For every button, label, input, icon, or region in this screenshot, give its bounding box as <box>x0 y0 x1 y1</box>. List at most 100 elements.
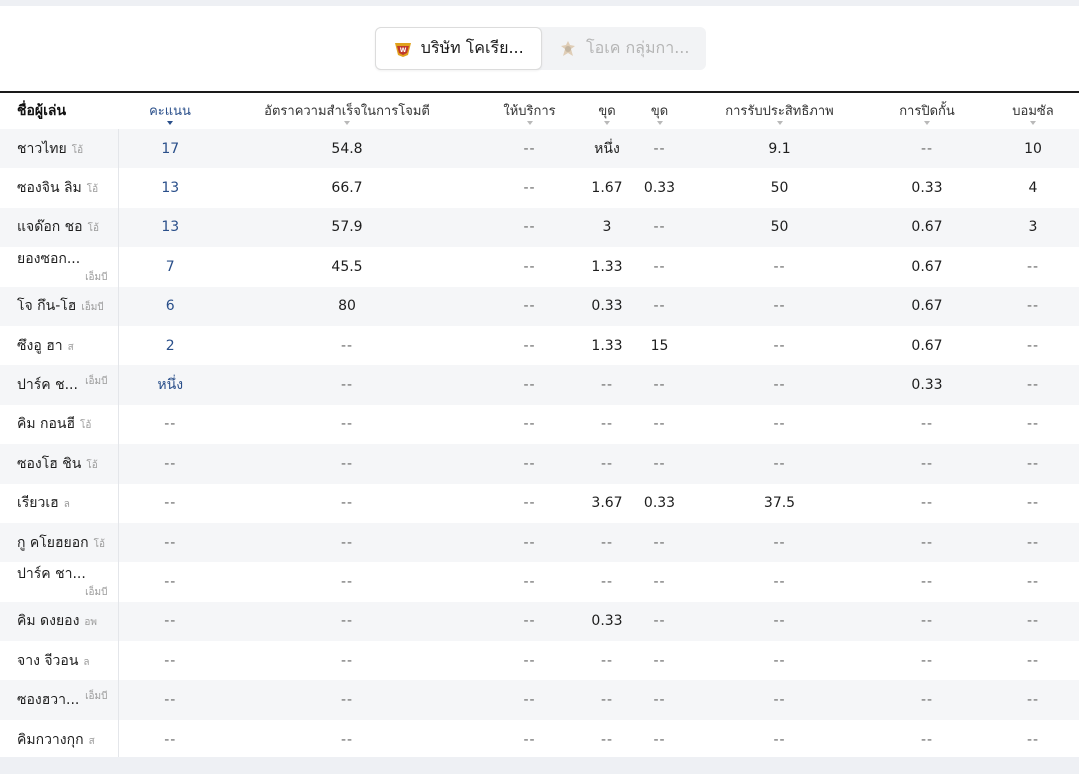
stat-cell: -- <box>472 484 587 523</box>
stat-cell: -- <box>987 444 1079 483</box>
stat-cell: -- <box>627 720 692 759</box>
table-row[interactable]: แจด๊อก ชอ โอ้ 13 57.9 -- 3 -- 50 0.67 3 <box>0 207 1079 248</box>
player-cell[interactable]: ชาวไทย โอ้ <box>0 129 119 169</box>
stat-value: 45.5 <box>331 258 363 275</box>
stat-value: 6 <box>165 298 175 315</box>
table-row[interactable]: โจ กึน-โฮ เอ็มบี 6 80 -- 0.33 -- -- 0.67 -- <box>0 286 1079 326</box>
column-header[interactable]: บอมซัล <box>987 91 1079 129</box>
stat-value: 10 <box>1024 140 1042 157</box>
stat-cell: -- <box>692 365 867 404</box>
team-tab-home[interactable]: W บริษัท โคเรีย... <box>375 27 542 70</box>
player-name[interactable]: ซึงอู ฮา <box>17 338 63 354</box>
player-name[interactable]: ปาร์ค ชา... <box>17 566 86 582</box>
stat-value: -- <box>773 652 786 669</box>
player-name[interactable]: กู คโยฮยอก <box>17 535 89 551</box>
stat-cell: -- <box>627 247 692 286</box>
stat-cell: -- <box>987 326 1079 365</box>
player-name[interactable]: จาง จีวอน <box>17 653 78 669</box>
player-name[interactable]: ซองจิน ลิม <box>17 180 82 196</box>
column-header[interactable]: ขุด <box>627 91 692 129</box>
table-row[interactable]: ซองจิน ลิม โอ้ 13 66.7 -- 1.67 0.33 50 0.33 4 <box>0 168 1079 208</box>
table-row[interactable]: ชาวไทย โอ้ 17 54.8 -- หนึ่ง -- 9.1 -- 10 <box>0 129 1079 169</box>
table-row[interactable]: จาง จีวอน ล -- -- -- -- -- -- -- -- <box>0 641 1079 681</box>
points-cell: 7 <box>118 247 222 286</box>
stat-value: -- <box>600 534 614 551</box>
player-cell[interactable]: ซองโฮ ชิน โอ้ <box>0 444 119 484</box>
player-cell[interactable]: คิมกวางกุก ส <box>0 719 119 760</box>
player-name[interactable]: ปาร์ค ช... <box>17 377 78 393</box>
player-name[interactable]: คิมกวางกุก <box>17 732 84 748</box>
stat-value: -- <box>600 377 614 394</box>
stat-value: -- <box>653 613 666 630</box>
stat-cell: -- <box>472 720 587 759</box>
stat-cell: -- <box>222 365 472 404</box>
player-name[interactable]: ซองโฮ ชิน <box>17 456 81 472</box>
stat-value: -- <box>340 573 354 590</box>
player-cell[interactable]: กู คโยฮยอก โอ้ <box>0 522 119 563</box>
column-header[interactable]: ให้บริการ <box>472 91 587 129</box>
player-name[interactable]: คิม ดงยอง <box>17 613 79 629</box>
table-row[interactable]: คิมกวางกุก ส -- -- -- -- -- -- -- -- <box>0 719 1079 760</box>
player-cell[interactable]: โจ กึน-โฮ เอ็มบี <box>0 286 119 326</box>
table-row[interactable]: กู คโยฮยอก โอ้ -- -- -- -- -- -- -- -- <box>0 522 1079 563</box>
stat-value: -- <box>164 613 177 630</box>
table-row[interactable]: ปาร์ค ชา... เอ็มบี -- -- -- -- -- -- -- -- <box>0 562 1079 602</box>
player-cell[interactable]: จาง จีวอน ล <box>0 641 119 681</box>
player-cell[interactable]: คิม ดงยอง อพ <box>0 601 119 642</box>
stat-value: -- <box>920 573 934 590</box>
table-row[interactable]: ยองซอก... เอ็มบี 7 45.5 -- 1.33 -- -- 0.67 -- <box>0 247 1079 287</box>
stat-value: -- <box>523 377 536 394</box>
player-cell[interactable]: ซองจิน ลิม โอ้ <box>0 168 119 208</box>
stat-value: 80 <box>338 298 356 315</box>
player-cell[interactable]: เรียวเฮ ล <box>0 483 119 523</box>
player-cell[interactable]: ปาร์ค ชา... เอ็มบี <box>0 562 119 602</box>
player-cell[interactable]: ซึงอู ฮา ส <box>0 325 119 366</box>
player-cell[interactable]: คิม กอนฮี โอ้ <box>0 404 119 445</box>
stat-cell: -- <box>222 602 472 641</box>
player-name[interactable]: คิม กอนฮี <box>17 416 75 432</box>
stat-cell: -- <box>627 444 692 483</box>
stat-value: 0.67 <box>911 219 943 236</box>
player-name[interactable]: แจด๊อก ชอ <box>17 219 83 235</box>
table-row[interactable]: ซองโฮ ชิน โอ้ -- -- -- -- -- -- -- -- <box>0 444 1079 484</box>
stat-cell: -- <box>472 208 587 247</box>
table-row[interactable]: ปาร์ค ช... เอ็มบี หนึ่ง -- -- -- -- -- 0.33 -- <box>0 365 1079 405</box>
stat-cell: -- <box>627 405 692 444</box>
stat-cell: -- <box>587 641 627 680</box>
stat-cell: 54.8 <box>222 129 472 168</box>
stat-cell: 37.5 <box>692 484 867 523</box>
stat-cell: -- <box>692 326 867 365</box>
player-cell[interactable]: ยองซอก... เอ็มบี <box>0 247 119 287</box>
table-row[interactable]: คิม กอนฮี โอ้ -- -- -- -- -- -- -- -- <box>0 404 1079 445</box>
stat-value: -- <box>600 455 614 472</box>
stat-value: -- <box>523 219 536 236</box>
table-row[interactable]: ซองฮวา... เอ็มบี -- -- -- -- -- -- -- -- <box>0 680 1079 720</box>
stat-value: -- <box>920 692 934 709</box>
player-name[interactable]: เรียวเฮ <box>17 495 59 511</box>
table-row[interactable]: เรียวเฮ ล -- -- -- 3.67 0.33 37.5 -- -- <box>0 483 1079 523</box>
column-header[interactable]: การรับประสิทธิภาพ <box>692 91 867 129</box>
player-name[interactable]: ยองซอก... <box>17 251 80 267</box>
column-header[interactable]: อัตราความสำเร็จในการโจมตี <box>222 91 472 129</box>
player-cell[interactable]: ปาร์ค ช... เอ็มบี <box>0 365 119 405</box>
stat-cell: 1.67 <box>587 168 627 207</box>
table-row[interactable]: ซึงอู ฮา ส 2 -- -- 1.33 15 -- 0.67 -- <box>0 325 1079 366</box>
stat-cell: -- <box>627 365 692 404</box>
player-cell[interactable]: แจด๊อก ชอ โอ้ <box>0 207 119 248</box>
player-name[interactable]: โจ กึน-โฮ <box>17 298 76 314</box>
column-header[interactable]: การปิดกั้น <box>867 91 987 129</box>
player-cell[interactable]: ซองฮวา... เอ็มบี <box>0 680 119 720</box>
stat-cell: -- <box>587 444 627 483</box>
stat-cell: 0.67 <box>867 247 987 286</box>
team-tab-away[interactable]: โอเค กลุ่มกา... <box>542 27 707 70</box>
table-row[interactable]: คิม ดงยอง อพ -- -- -- 0.33 -- -- -- -- <box>0 601 1079 642</box>
stat-value: -- <box>920 416 934 433</box>
stat-value: -- <box>1026 613 1040 630</box>
column-header[interactable]: ขุด <box>587 91 627 129</box>
player-name[interactable]: ชาวไทย <box>17 141 67 157</box>
stat-value: -- <box>164 455 177 472</box>
stat-value: -- <box>1026 377 1040 394</box>
player-name[interactable]: ซองฮวา... <box>17 692 79 708</box>
column-header[interactable]: คะแนน <box>118 91 222 129</box>
stat-cell: 3 <box>987 208 1079 247</box>
